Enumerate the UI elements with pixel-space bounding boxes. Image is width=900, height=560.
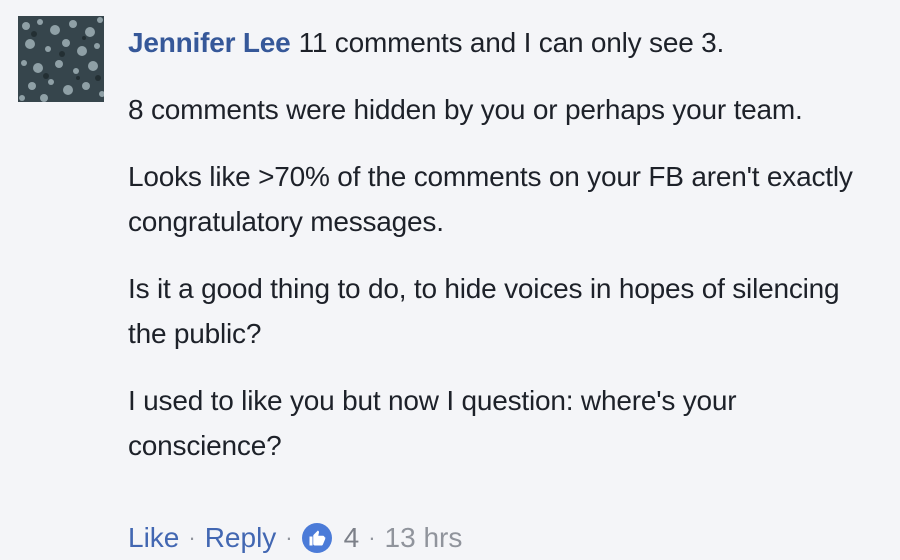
separator: ·	[188, 525, 196, 550]
comment-paragraph: 8 comments were hidden by you or perhaps…	[128, 94, 803, 125]
avatar-image	[18, 16, 104, 102]
timestamp[interactable]: 13 hrs	[385, 522, 463, 554]
comment-paragraph: Looks like >70% of the comments on your …	[128, 161, 853, 237]
avatar[interactable]	[18, 16, 104, 102]
separator: ·	[368, 525, 376, 550]
like-count[interactable]: 4	[344, 522, 360, 554]
comment: Jennifer Lee 11 comments and I can only s…	[0, 0, 900, 560]
comment-paragraph: Jennifer Lee 11 comments and I can only s…	[128, 20, 868, 65]
comment-paragraph: Is it a good thing to do, to hide voices…	[128, 273, 840, 349]
separator: ·	[285, 525, 293, 550]
comment-text: 11 comments and I can only see 3.	[298, 27, 725, 58]
thumbs-up-icon[interactable]	[301, 523, 332, 553]
comment-paragraph: I used to like you but now I question: w…	[128, 385, 737, 461]
comment-actions: Like · Reply · 4 · 13 hrs	[128, 516, 462, 560]
comment-body: Jennifer Lee 11 comments and I can only s…	[128, 20, 868, 490]
reply-link[interactable]: Reply	[205, 522, 277, 554]
author-name[interactable]: Jennifer Lee	[128, 27, 291, 58]
like-link[interactable]: Like	[128, 522, 179, 554]
